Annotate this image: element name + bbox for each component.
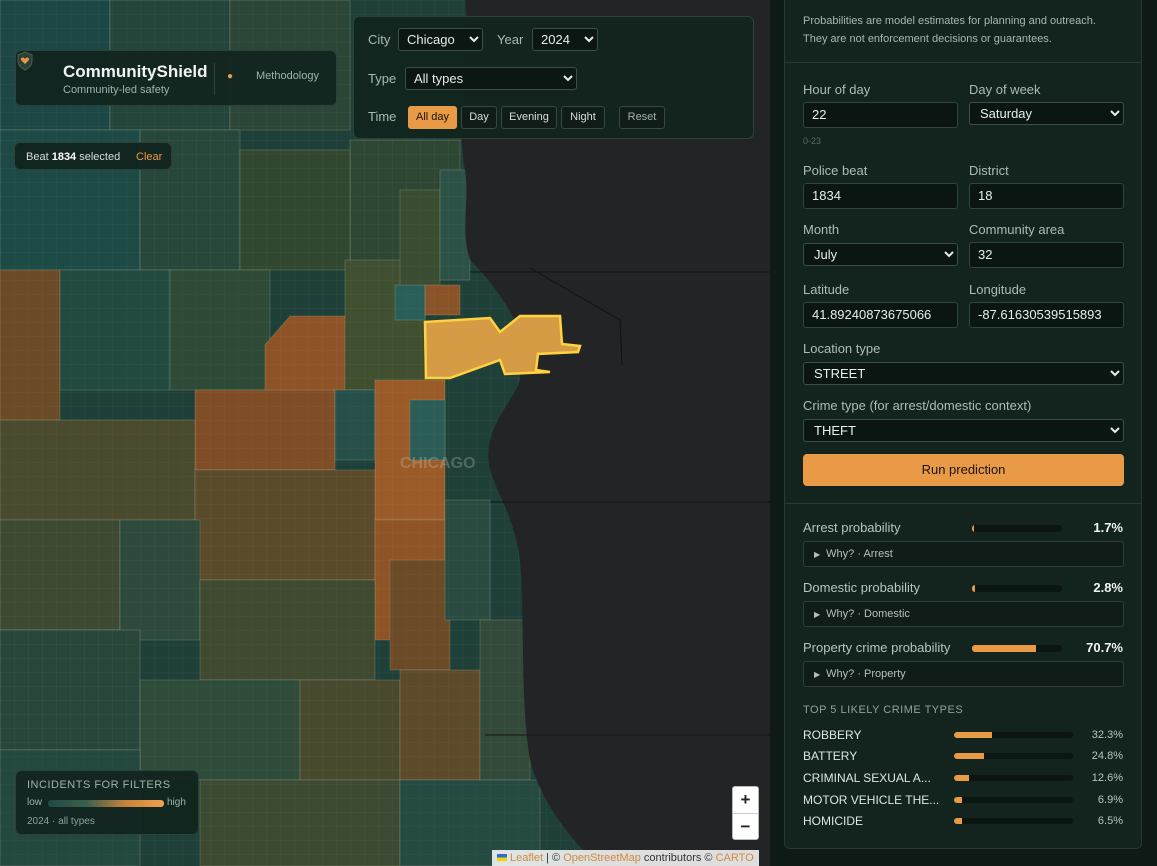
type-label: Type [368, 71, 397, 86]
divider [785, 62, 1141, 63]
clear-selection-button[interactable]: Clear [136, 151, 162, 163]
why-arrest-toggle[interactable]: ▶ Why? · Arrest [803, 541, 1124, 567]
expand-triangle-icon: ▶ [814, 670, 821, 679]
domestic-probability-value: 2.8% [1093, 580, 1123, 595]
year-label: Year [497, 32, 524, 47]
beat-number: 1834 [51, 151, 77, 163]
shield-heart-icon [17, 51, 33, 71]
divider [214, 63, 215, 95]
crime-type-bar [954, 753, 1073, 759]
run-prediction-button[interactable]: Run prediction [803, 454, 1124, 486]
day-of-week-select[interactable]: Saturday [969, 102, 1124, 125]
type-select[interactable]: All types [405, 67, 577, 90]
app-tagline: Community-led safety [63, 84, 170, 96]
crime-type-value: 12.6% [1091, 772, 1123, 784]
crime-type-select[interactable]: THEFT [803, 419, 1124, 442]
latitude-label: Latitude [803, 282, 850, 297]
longitude-input[interactable]: -87.61630539515893 [969, 302, 1124, 328]
crime-type-name: ROBBERY [803, 728, 862, 742]
city-label: City [368, 32, 391, 47]
filter-panel: City Chicago Year 2024 Type All types Ti… [353, 16, 754, 139]
divider [785, 503, 1141, 504]
crime-type-value: 6.9% [1097, 794, 1123, 806]
beat-suffix: selected [79, 151, 121, 163]
time-label: Time [368, 109, 397, 124]
community-area-input[interactable]: 32 [969, 242, 1124, 268]
district-label: District [969, 163, 1009, 178]
crime-type-value: 32.3% [1091, 729, 1123, 741]
disclaimer-text: Probabilities are model estimates for pl… [803, 15, 1096, 45]
time-day-button[interactable]: Day [461, 106, 497, 129]
property-probability-label: Property crime probability [803, 640, 951, 655]
crime-type-bar [954, 775, 1073, 781]
month-select[interactable]: July [803, 243, 958, 266]
why-property-toggle[interactable]: ▶ Why? · Property [803, 661, 1124, 687]
crime-type-value: 24.8% [1091, 750, 1123, 762]
time-evening-button[interactable]: Evening [501, 106, 557, 129]
zoom-control: + − [732, 786, 759, 840]
crime-type-name: BATTERY [803, 749, 858, 763]
crime-type-bar [954, 818, 1073, 824]
carto-link[interactable]: CARTO [716, 852, 754, 864]
latitude-input[interactable]: 41.89240873675066 [803, 302, 958, 328]
city-select[interactable]: Chicago [398, 28, 483, 51]
crime-type-name: HOMICIDE [803, 814, 863, 828]
top-crime-types-heading: TOP 5 LIKELY CRIME TYPES [803, 704, 964, 716]
domestic-probability-bar [972, 585, 1062, 592]
domestic-probability-label: Domestic probability [803, 580, 921, 595]
app-name: CommunityShield [63, 62, 208, 81]
beat-prefix: Beat [26, 151, 49, 163]
map-legend: INCIDENTS FOR FILTERS low high 2024 · al… [15, 770, 199, 835]
beat-selection-badge: Beat 1834 selected Clear [14, 142, 172, 170]
ukraine-flag-icon [497, 854, 507, 861]
location-type-label: Location type [803, 341, 881, 356]
month-label: Month [803, 222, 840, 237]
arrest-probability-label: Arrest probability [803, 520, 901, 535]
status-dot-icon: ● [227, 71, 234, 82]
prediction-panel: Probabilities are model estimates for pl… [784, 0, 1142, 849]
expand-triangle-icon: ▶ [814, 610, 821, 619]
legend-subtitle: 2024 · all types [27, 816, 95, 827]
hour-hint: 0-23 [803, 136, 822, 146]
day-of-week-label: Day of week [969, 82, 1041, 97]
map-attribution: Leaflet | © OpenStreetMap contributors ©… [492, 850, 759, 866]
crime-type-value: 6.5% [1097, 815, 1123, 827]
crime-type-bar [954, 797, 1073, 803]
osm-link[interactable]: OpenStreetMap [563, 852, 641, 864]
crime-type-bar [954, 732, 1073, 738]
property-probability-bar [972, 645, 1062, 652]
crime-type-label: Crime type (for arrest/domestic context) [803, 398, 1032, 413]
police-beat-label: Police beat [803, 163, 868, 178]
expand-triangle-icon: ▶ [814, 550, 821, 559]
why-domestic-toggle[interactable]: ▶ Why? · Domestic [803, 601, 1124, 627]
brand-card: CommunityShield Community-led safety ● M… [15, 50, 337, 106]
time-night-button[interactable]: Night [561, 106, 605, 129]
hour-input[interactable]: 22 [803, 102, 958, 128]
arrest-probability-value: 1.7% [1093, 520, 1123, 535]
methodology-link[interactable]: Methodology [256, 70, 319, 82]
crime-type-name: CRIMINAL SEXUAL A... [803, 771, 931, 785]
property-probability-value: 70.7% [1086, 640, 1123, 655]
legend-high-label: high [167, 797, 186, 808]
district-input[interactable]: 18 [969, 183, 1124, 209]
arrest-probability-bar [972, 525, 1062, 532]
crime-type-name: MOTOR VEHICLE THE... [803, 793, 940, 807]
year-select[interactable]: 2024 [532, 28, 598, 51]
longitude-label: Longitude [969, 282, 1027, 297]
legend-gradient [48, 800, 164, 807]
hour-label: Hour of day [803, 82, 871, 97]
legend-low-label: low [27, 797, 43, 808]
zoom-in-button[interactable]: + [733, 787, 758, 814]
zoom-out-button[interactable]: − [733, 814, 758, 840]
map-city-label: CHICAGO [400, 455, 476, 472]
location-type-select[interactable]: STREET [803, 362, 1124, 385]
legend-title: INCIDENTS FOR FILTERS [27, 779, 171, 791]
time-all-day-button[interactable]: All day [408, 106, 457, 129]
crime-map[interactable]: CHICAGO CommunityShield Community-led sa… [0, 0, 770, 866]
leaflet-link[interactable]: Leaflet [510, 852, 543, 864]
reset-button[interactable]: Reset [619, 106, 665, 129]
police-beat-input[interactable]: 1834 [803, 183, 958, 209]
community-area-label: Community area [969, 222, 1065, 237]
